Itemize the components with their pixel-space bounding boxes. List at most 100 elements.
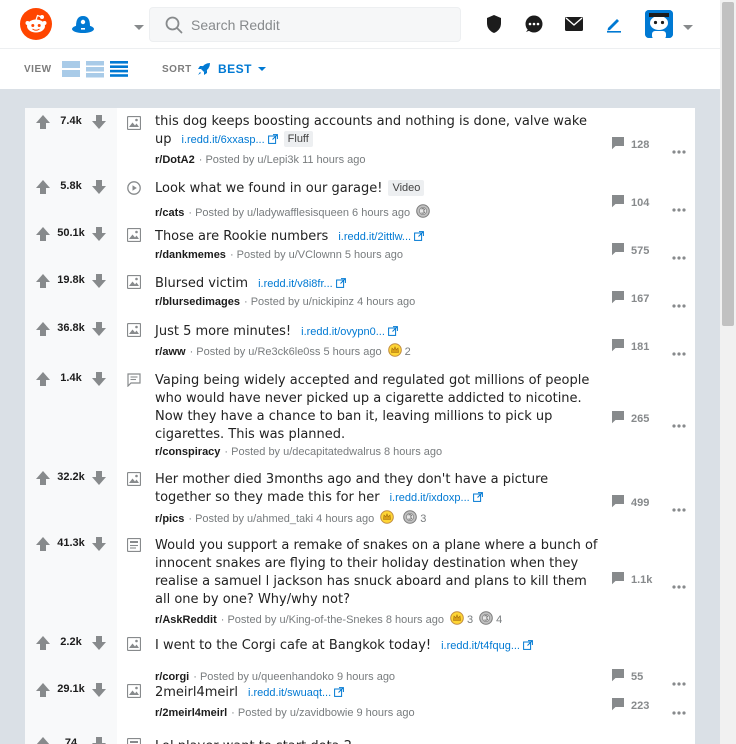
comments-button[interactable]: 223	[611, 697, 671, 714]
upvote-arrow-icon[interactable]	[35, 179, 51, 195]
upvote-arrow-icon[interactable]	[35, 114, 51, 130]
award-badge[interactable]: 3	[450, 611, 473, 628]
award-badge[interactable]	[380, 510, 397, 527]
image-icon[interactable]	[126, 227, 142, 243]
user-avatar[interactable]	[645, 10, 673, 38]
compact-view-icon[interactable]	[110, 60, 128, 78]
post-title-text[interactable]: Would you support a remake of snakes on …	[155, 538, 598, 607]
post-domain-link[interactable]: i.redd.it/t4fqug...	[441, 640, 533, 652]
upvote-arrow-icon[interactable]	[35, 635, 51, 651]
post-title-text[interactable]: Lol player want to start dota 2	[155, 739, 352, 744]
downvote-arrow-icon[interactable]	[91, 114, 107, 130]
search-bar[interactable]	[149, 7, 461, 42]
more-options-icon[interactable]	[671, 140, 687, 154]
comments-button[interactable]: 167	[611, 290, 671, 307]
post-row[interactable]: 29.1k 2meirl4meirl i.redd.it/swuaqt... r/2m…	[25, 674, 695, 730]
downvote-arrow-icon[interactable]	[91, 736, 107, 744]
post-row[interactable]: 50.1k Those are Rookie numbers i.redd.it/2…	[25, 218, 695, 266]
upvote-arrow-icon[interactable]	[35, 226, 51, 242]
scrollbar-thumb[interactable]	[722, 2, 734, 326]
post-row[interactable]: 36.8k Just 5 more minutes! i.redd.it/ovypn…	[25, 314, 695, 366]
upvote-arrow-icon[interactable]	[35, 682, 51, 698]
image-icon[interactable]	[126, 636, 142, 652]
user-menu-chevron-icon[interactable]	[681, 18, 695, 30]
award-badge[interactable]: 3	[403, 510, 426, 527]
text-post-icon[interactable]	[127, 372, 141, 388]
comments-button[interactable]: 104	[611, 194, 671, 211]
downvote-arrow-icon[interactable]	[91, 321, 107, 337]
post-domain-link[interactable]: i.redd.it/v8i8fr...	[258, 278, 346, 290]
comments-button[interactable]: 499	[611, 494, 671, 511]
upvote-arrow-icon[interactable]	[35, 321, 51, 337]
post-row[interactable]: 32.2k Her mother died 3months ago and the…	[25, 464, 695, 530]
downvote-arrow-icon[interactable]	[91, 470, 107, 486]
more-options-icon[interactable]	[671, 701, 687, 715]
subreddit-link[interactable]: r/2meirl4meirl	[155, 707, 227, 719]
downvote-arrow-icon[interactable]	[91, 273, 107, 289]
post-title[interactable]: Blursed victim i.redd.it/v8i8fr...	[155, 275, 605, 294]
more-options-icon[interactable]	[671, 414, 687, 428]
more-options-icon[interactable]	[671, 498, 687, 512]
more-options-icon[interactable]	[671, 575, 687, 589]
upvote-arrow-icon[interactable]	[35, 273, 51, 289]
downvote-arrow-icon[interactable]	[91, 682, 107, 698]
post-row[interactable]: 19.8k Blursed victim i.redd.it/v8i8fr... r/…	[25, 266, 695, 314]
self-post-icon[interactable]	[126, 737, 142, 744]
post-row[interactable]: 7.4k this dog keeps boosting accounts and…	[25, 108, 695, 170]
post-title[interactable]: Just 5 more minutes! i.redd.it/ovypn0...	[155, 323, 605, 342]
post-title-text[interactable]: I went to the Corgi cafe at Bangkok toda…	[155, 638, 431, 653]
post-title-text[interactable]: Blursed victim	[155, 276, 248, 291]
create-post-pencil-icon[interactable]	[603, 13, 625, 35]
upvote-arrow-icon[interactable]	[35, 536, 51, 552]
sort-dropdown[interactable]: BEST	[196, 59, 268, 79]
shield-icon[interactable]	[483, 13, 505, 35]
downvote-arrow-icon[interactable]	[91, 635, 107, 651]
upvote-arrow-icon[interactable]	[35, 736, 51, 744]
comments-button[interactable]: 1.1k	[611, 571, 671, 588]
more-options-icon[interactable]	[671, 294, 687, 308]
subreddit-link[interactable]: r/pics	[155, 513, 184, 525]
post-title-text[interactable]: Just 5 more minutes!	[155, 324, 291, 339]
award-badge[interactable]: 2	[387, 343, 411, 360]
downvote-arrow-icon[interactable]	[91, 226, 107, 242]
post-title-text[interactable]: Those are Rookie numbers	[155, 229, 328, 244]
downvote-arrow-icon[interactable]	[91, 371, 107, 387]
post-row[interactable]: 2.2k I went to the Corgi cafe at Bangkok …	[25, 628, 695, 686]
post-title[interactable]: Vaping being widely accepted and regulat…	[155, 372, 605, 444]
post-title[interactable]: Her mother died 3months ago and they don…	[155, 471, 605, 508]
post-title-text[interactable]: Look what we found in our garage!	[155, 181, 382, 196]
home-feed-icon[interactable]	[70, 12, 96, 36]
subreddit-link[interactable]: r/DotA2	[155, 154, 195, 166]
comments-button[interactable]: 265	[611, 410, 671, 427]
award-badge[interactable]: 4	[479, 611, 502, 628]
subreddit-link[interactable]: r/conspiracy	[155, 446, 220, 458]
self-post-icon[interactable]	[126, 537, 142, 553]
post-flair[interactable]: Video	[388, 180, 425, 196]
post-title[interactable]: this dog keeps boosting accounts and not…	[155, 113, 605, 150]
post-title-text[interactable]: 2meirl4meirl	[155, 685, 238, 700]
post-domain-link[interactable]: i.redd.it/swuaqt...	[248, 687, 345, 699]
post-domain-link[interactable]: i.redd.it/ixdoxp...	[390, 492, 483, 504]
comments-button[interactable]: 575	[611, 242, 671, 259]
reddit-logo[interactable]	[20, 8, 52, 40]
more-options-icon[interactable]	[671, 198, 687, 212]
classic-view-icon[interactable]	[86, 60, 104, 78]
card-view-icon[interactable]	[62, 60, 80, 78]
subreddit-link[interactable]: r/aww	[155, 346, 186, 358]
post-domain-link[interactable]: i.redd.it/6xxasp...	[182, 134, 278, 146]
post-title[interactable]: Those are Rookie numbers i.redd.it/2ittlw…	[155, 228, 605, 247]
more-options-icon[interactable]	[671, 246, 687, 260]
subreddit-link[interactable]: r/dankmemes	[155, 249, 226, 261]
upvote-arrow-icon[interactable]	[35, 371, 51, 387]
post-row[interactable]: 41.3k Would you support a remake of snake…	[25, 530, 695, 628]
image-icon[interactable]	[126, 683, 142, 699]
post-title-text[interactable]: Vaping being widely accepted and regulat…	[155, 373, 589, 442]
chevron-down-icon[interactable]	[132, 18, 146, 30]
image-icon[interactable]	[126, 274, 142, 290]
post-title[interactable]: 2meirl4meirl i.redd.it/swuaqt...	[155, 684, 605, 703]
mail-icon[interactable]	[563, 13, 585, 35]
downvote-arrow-icon[interactable]	[91, 536, 107, 552]
post-row[interactable]: 5.8k Look what we found in our garage! Vid…	[25, 170, 695, 219]
post-title[interactable]: Lol player want to start dota 2	[155, 738, 605, 744]
post-domain-link[interactable]: i.redd.it/2ittlw...	[338, 231, 425, 243]
